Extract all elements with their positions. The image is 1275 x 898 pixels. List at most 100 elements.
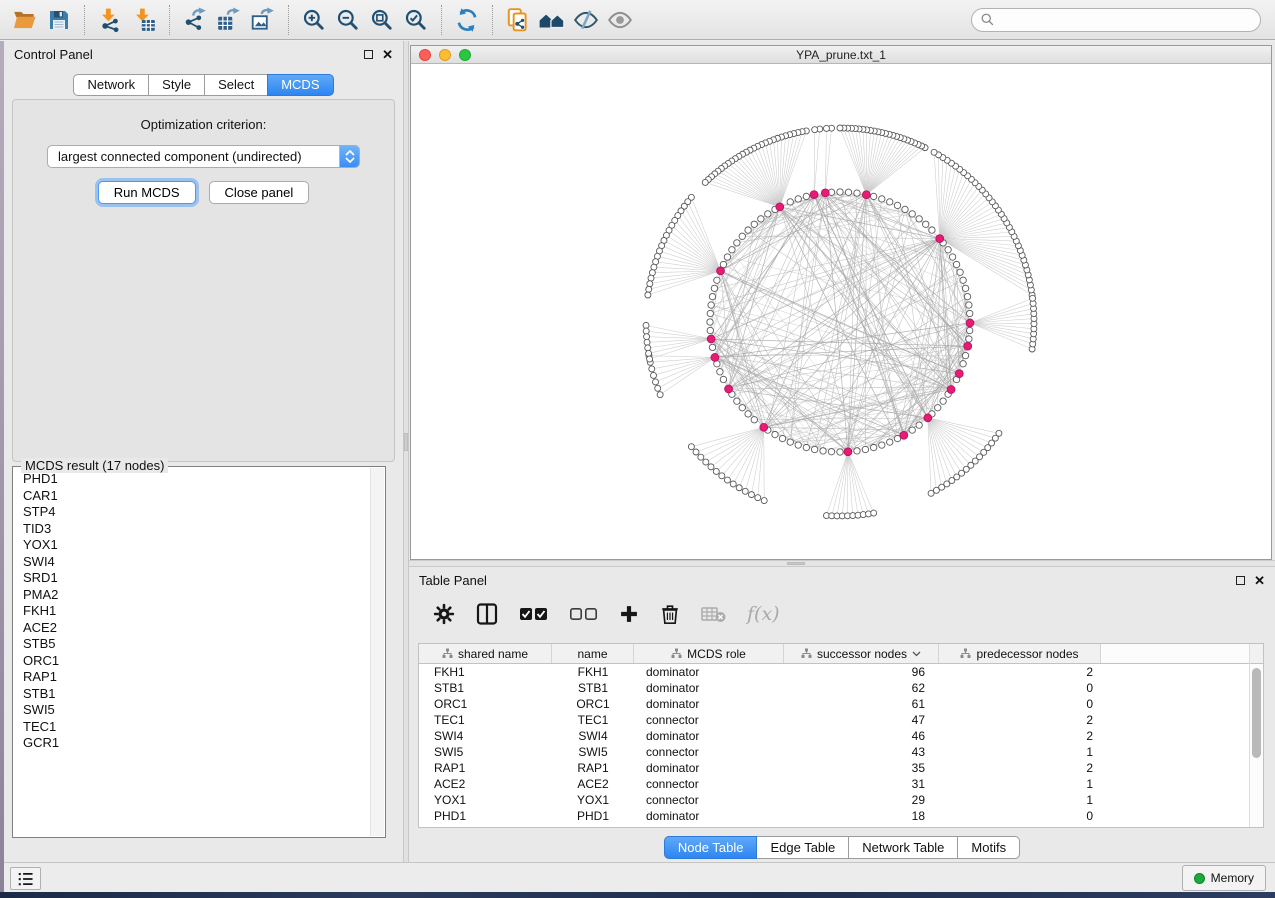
leaf-node[interactable] (931, 149, 937, 155)
network-node[interactable] (940, 398, 946, 404)
leaf-node[interactable] (996, 430, 1002, 436)
mcds-hub-node[interactable] (810, 191, 818, 199)
cell-shared_name[interactable]: SWI4 (419, 728, 552, 744)
mcds-result-item[interactable]: SWI5 (23, 702, 368, 719)
leaf-node[interactable] (643, 322, 649, 328)
network-node[interactable] (966, 336, 972, 342)
network-node[interactable] (751, 221, 757, 227)
mcds-result-item[interactable]: STB1 (23, 686, 368, 703)
network-node[interactable] (887, 199, 893, 205)
mcds-hub-node[interactable] (760, 423, 768, 431)
network-node[interactable] (734, 240, 740, 246)
cell-name[interactable]: FKH1 (552, 664, 634, 680)
network-node[interactable] (811, 446, 817, 452)
panel-menu-button[interactable] (10, 867, 41, 890)
mcds-result-item[interactable]: SWI4 (23, 554, 368, 571)
cell-shared_name[interactable]: ACE2 (419, 776, 552, 792)
mcds-result-item[interactable]: SRD1 (23, 570, 368, 587)
network-node[interactable] (935, 405, 941, 411)
network-node[interactable] (795, 442, 801, 448)
leaf-node[interactable] (652, 379, 658, 385)
network-node[interactable] (739, 405, 745, 411)
tab-style[interactable]: Style (148, 74, 205, 96)
mcds-result-item[interactable]: YOX1 (23, 537, 368, 554)
network-node[interactable] (957, 269, 963, 275)
network-node[interactable] (837, 449, 843, 455)
zoom-selected-button[interactable] (399, 4, 433, 36)
tab-edge-table[interactable]: Edge Table (756, 836, 849, 859)
cell-predecessors[interactable]: 2 (939, 728, 1101, 744)
cell-shared_name[interactable]: ORC1 (419, 696, 552, 712)
splitter-handle[interactable] (404, 433, 408, 451)
network-node[interactable] (960, 277, 966, 283)
cell-predecessors[interactable]: 2 (939, 712, 1101, 728)
maximize-window-icon[interactable] (459, 49, 471, 61)
hide-details-button[interactable] (569, 4, 603, 36)
table-settings-button[interactable] (433, 603, 455, 625)
close-panel-button[interactable]: Close panel (209, 181, 310, 204)
mcds-hub-node[interactable] (776, 203, 784, 211)
network-node[interactable] (962, 285, 968, 291)
mcds-result-item[interactable]: STB5 (23, 636, 368, 653)
network-node[interactable] (887, 439, 893, 445)
mcds-hub-node[interactable] (707, 335, 715, 343)
network-node[interactable] (894, 202, 900, 208)
cell-name[interactable]: ORC1 (552, 696, 634, 712)
float-window-icon[interactable] (1236, 576, 1245, 585)
tab-network-table[interactable]: Network Table (848, 836, 958, 859)
delete-column-button[interactable] (659, 603, 681, 625)
mcds-result-item[interactable]: PMA2 (23, 587, 368, 604)
network-node[interactable] (707, 327, 713, 333)
table-row[interactable]: YOX1YOX1connector291 (419, 792, 1263, 808)
tab-select[interactable]: Select (204, 74, 268, 96)
clone-network-button[interactable] (501, 4, 535, 36)
table-row[interactable]: TEC1TEC1connector472 (419, 712, 1263, 728)
network-node[interactable] (724, 254, 730, 260)
leaf-node[interactable] (812, 127, 818, 133)
run-mcds-button[interactable]: Run MCDS (98, 181, 196, 204)
network-node[interactable] (923, 221, 929, 227)
network-node[interactable] (765, 211, 771, 217)
memory-button[interactable]: Memory (1182, 865, 1266, 891)
network-node[interactable] (916, 216, 922, 222)
table-row[interactable]: ORC1ORC1dominator610 (419, 696, 1263, 712)
cell-role[interactable]: dominator (634, 680, 784, 696)
save-session-button[interactable] (42, 4, 76, 36)
cell-role[interactable]: dominator (634, 760, 784, 776)
cell-shared_name[interactable]: RAP1 (419, 760, 552, 776)
leaf-node[interactable] (655, 385, 661, 391)
network-node[interactable] (949, 254, 955, 260)
network-node[interactable] (960, 361, 966, 367)
cell-name[interactable]: STB1 (552, 680, 634, 696)
network-node[interactable] (717, 369, 723, 375)
network-node[interactable] (879, 442, 885, 448)
cell-role[interactable]: dominator (634, 808, 784, 824)
export-image-button[interactable] (246, 4, 280, 36)
cell-predecessors[interactable]: 0 (939, 808, 1101, 824)
cell-successors[interactable]: 29 (784, 792, 939, 808)
leaf-node[interactable] (713, 468, 719, 474)
network-node[interactable] (714, 277, 720, 283)
mcds-hub-node[interactable] (725, 385, 733, 393)
network-node[interactable] (902, 206, 908, 212)
cell-successors[interactable]: 18 (784, 808, 939, 824)
cell-shared_name[interactable]: SWI5 (419, 744, 552, 760)
open-file-button[interactable] (8, 4, 42, 36)
network-node[interactable] (803, 444, 809, 450)
leaf-node[interactable] (657, 392, 663, 398)
mcds-result-item[interactable]: GCR1 (23, 735, 368, 752)
network-node[interactable] (837, 189, 843, 195)
network-graph[interactable] (411, 64, 1271, 559)
network-node[interactable] (945, 247, 951, 253)
mcds-result-item[interactable]: ORC1 (23, 653, 368, 670)
network-node[interactable] (870, 444, 876, 450)
mcds-hub-node[interactable] (711, 353, 719, 361)
mcds-hub-node[interactable] (964, 342, 972, 350)
network-node[interactable] (929, 227, 935, 233)
network-node[interactable] (879, 196, 885, 202)
leaf-node[interactable] (837, 125, 843, 131)
leaf-node[interactable] (1030, 295, 1036, 301)
horizontal-splitter[interactable] (409, 560, 1275, 567)
import-network-button[interactable] (93, 4, 127, 36)
network-node[interactable] (787, 439, 793, 445)
